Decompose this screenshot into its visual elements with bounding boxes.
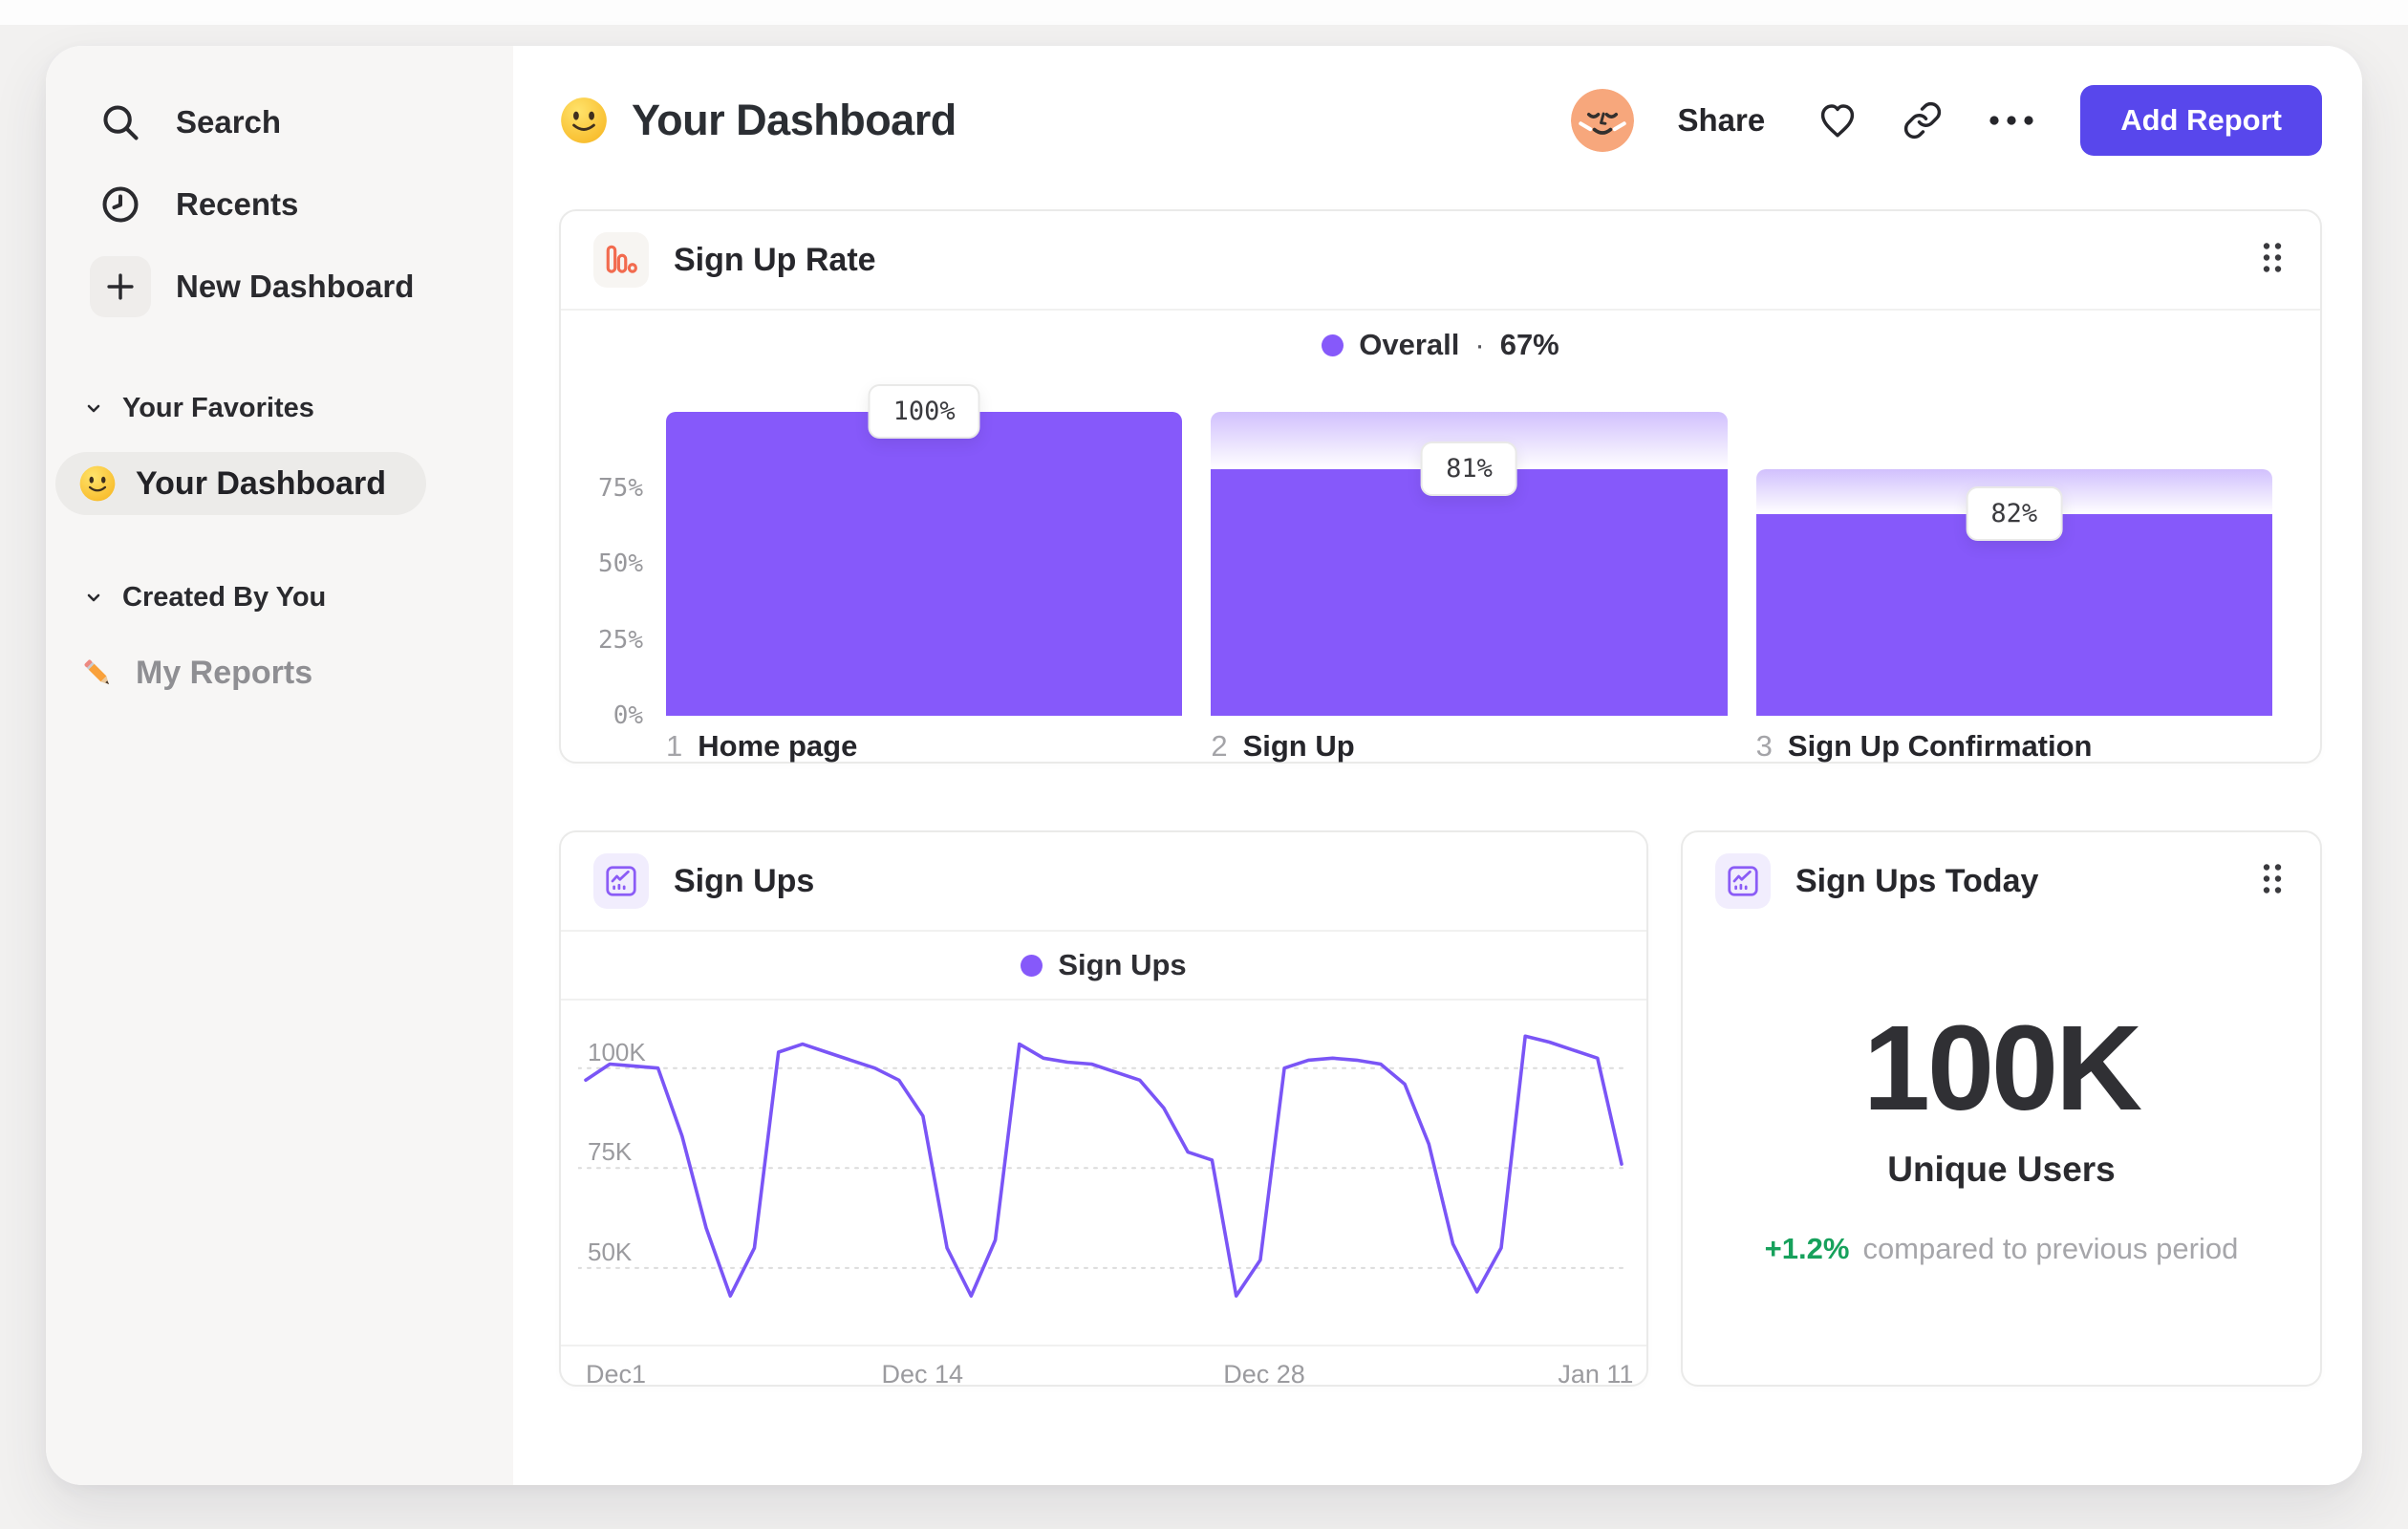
section-title: Your Favorites [122, 392, 314, 423]
avatar[interactable] [1570, 89, 1634, 152]
card-header: Sign Up Rate [561, 211, 2320, 309]
kpi-body: 100K Unique Users +1.2% compared to previ… [1683, 1008, 2320, 1266]
sidebar-item-recents[interactable]: Recents [46, 163, 496, 246]
app-window: Search Recents New Dashboard Your Favori… [46, 46, 2362, 1485]
funnel-value-tooltip: 82% [1966, 485, 2063, 541]
line-x-axis: Dec1 Dec 14 Dec 28 Jan 11 [561, 1345, 1646, 1398]
funnel-bar[interactable]: 100% [666, 379, 1183, 716]
funnel-bar[interactable]: 81% [1211, 379, 1728, 716]
plus-icon [90, 256, 151, 317]
sidebar: Search Recents New Dashboard Your Favori… [46, 46, 513, 1485]
line-chart-icon [593, 853, 649, 909]
chevron-down-icon [87, 593, 100, 602]
legend-dot [1021, 954, 1043, 977]
section-your-favorites[interactable]: Your Favorites [46, 387, 496, 429]
line-legend: Sign Ups [561, 932, 1646, 999]
dashboard-header: Your Dashboard Share Add Report [559, 84, 2322, 157]
funnel-step-label: 2 Sign Up [1211, 729, 1355, 763]
funnel-plot: 75% 50% 25% 0% 100% 81% 82% [561, 379, 2320, 731]
top-strip [0, 0, 2408, 25]
pencil-emoji-icon [84, 659, 110, 685]
sidebar-item-label: Your Dashboard [136, 464, 386, 502]
funnel-step-label: 3 Sign Up Confirmation [1755, 729, 2093, 763]
card-title: Sign Up Rate [674, 241, 876, 278]
funnel-bar-solid [1755, 513, 2272, 716]
copy-link-icon[interactable] [1903, 100, 1943, 140]
title-group: Your Dashboard [559, 96, 957, 145]
card-header: Sign Ups Today [1683, 832, 2320, 930]
legend-separator: · [1474, 328, 1485, 361]
sign-ups-card: Sign Ups Sign Ups 100K 75K 50K Dec1 Dec 14 D… [559, 830, 1648, 1389]
funnel-value-tooltip: 81% [1421, 441, 1517, 497]
page-title: Your Dashboard [632, 96, 957, 144]
sidebar-item-my-reports[interactable]: My Reports [55, 641, 353, 704]
axis-spacer [586, 729, 666, 764]
sidebar-item-label: My Reports [136, 654, 313, 691]
legend-dot [1322, 334, 1344, 356]
funnel-bars: 100% 81% 82% [666, 379, 2272, 716]
card-header: Sign Ups [561, 832, 1646, 930]
kpi-delta-row: +1.2% compared to previous period [1683, 1232, 2320, 1266]
funnel-y-tick: 75% [598, 473, 643, 503]
funnel-bar-solid [666, 412, 1183, 716]
sidebar-item-label: New Dashboard [176, 269, 415, 304]
funnel-bar[interactable]: 82% [1755, 379, 2272, 716]
favorite-heart-icon[interactable] [1817, 99, 1859, 141]
section-title: Created By You [122, 581, 327, 613]
funnel-step-labels: 1 Home page 2 Sign Up 3 Sign Up Confirmation [666, 729, 2272, 764]
second-row: Sign Ups Sign Ups 100K 75K 50K Dec1 Dec 14 D… [559, 830, 2322, 1389]
sidebar-item-your-dashboard[interactable]: Your Dashboard [55, 452, 426, 515]
share-button[interactable]: Share [1678, 102, 1766, 139]
funnel-y-axis: 75% 50% 25% 0% [586, 379, 643, 731]
legend-label: Overall [1359, 328, 1460, 361]
chevron-down-icon [87, 404, 100, 413]
search-icon [90, 92, 151, 153]
card-title: Sign Ups [674, 862, 815, 899]
line-x-tick: Jan 11 [1558, 1360, 1634, 1389]
smiley-emoji-icon [561, 97, 607, 143]
sign-up-rate-card: Sign Up Rate Overall · 67% 75% 50% 25% 0% [559, 209, 2322, 764]
funnel-legend: Overall · 67% [561, 311, 2320, 379]
bar-chart-icon [593, 232, 649, 288]
funnel-value-tooltip: 100% [868, 384, 980, 439]
funnel-x-axis: 1 Home page 2 Sign Up 3 Sign Up Confirmation [561, 729, 2320, 764]
kpi-delta-note: compared to previous period [1862, 1232, 2239, 1265]
sidebar-item-new-dashboard[interactable]: New Dashboard [46, 246, 496, 328]
line-y-tick: 100K [588, 1037, 646, 1066]
line-x-tick: Dec1 [586, 1360, 647, 1389]
header-actions: Share Add Report [1570, 85, 2322, 156]
line-x-tick: Dec 14 [881, 1360, 964, 1389]
clock-icon [90, 174, 151, 235]
smiley-emoji-icon [79, 465, 116, 502]
drag-handle-icon[interactable] [2259, 239, 2286, 282]
sidebar-item-search[interactable]: Search [46, 81, 496, 163]
line-y-tick: 75K [588, 1137, 633, 1167]
line-y-tick: 50K [588, 1237, 633, 1266]
kpi-delta-value: +1.2% [1764, 1232, 1850, 1265]
sign-ups-today-card: Sign Ups Today 100K Unique Users +1.2% co… [1681, 830, 2322, 1387]
legend-value: 67% [1499, 328, 1559, 361]
add-report-button[interactable]: Add Report [2080, 85, 2322, 156]
line-plot: 100K 75K 50K [561, 1008, 1646, 1345]
funnel-bar-solid [1211, 469, 1728, 716]
line-x-tick: Dec 28 [1223, 1360, 1305, 1389]
divider [561, 999, 1646, 1001]
funnel-y-tick: 25% [598, 625, 643, 655]
kpi-label: Unique Users [1887, 1150, 2116, 1189]
funnel-y-tick: 0% [613, 701, 643, 730]
card-title: Sign Ups Today [1795, 862, 2039, 899]
kpi-value: 100K [1862, 1001, 2142, 1135]
funnel-y-tick: 50% [598, 549, 643, 578]
sidebar-item-label: Search [176, 104, 282, 140]
more-options-icon[interactable] [1987, 109, 2036, 132]
sidebar-item-label: Recents [176, 186, 299, 222]
sign-ups-line-chart [578, 1034, 1629, 1298]
funnel-step-label: 1 Home page [666, 729, 858, 763]
line-chart-icon [1715, 853, 1771, 909]
legend-label: Sign Ups [1058, 948, 1187, 981]
main-content: Your Dashboard Share Add Report Sign Up … [513, 46, 2362, 1485]
section-created-by-you[interactable]: Created By You [46, 576, 496, 618]
drag-handle-icon[interactable] [2259, 860, 2286, 903]
